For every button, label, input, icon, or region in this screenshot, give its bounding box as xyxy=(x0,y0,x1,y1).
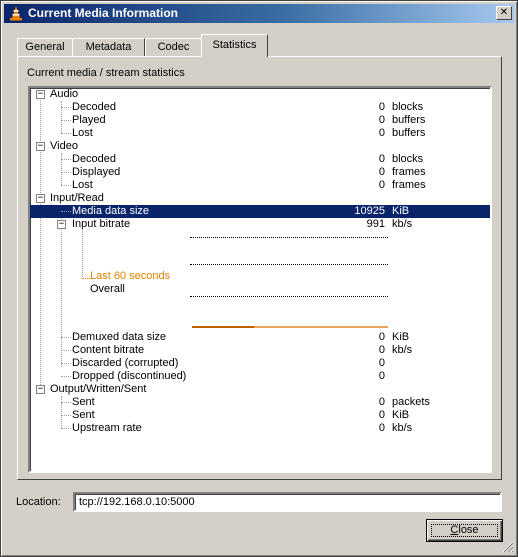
panel-caption: Current media / stream statistics xyxy=(27,67,185,79)
tree-connector xyxy=(61,211,71,212)
tree-row-video-lost[interactable]: Lost 0 frames xyxy=(30,179,490,192)
bitrate-graph-top-line xyxy=(190,237,388,238)
tree-row-discarded[interactable]: Discarded (corrupted) 0 xyxy=(30,357,490,370)
collapse-icon[interactable]: − xyxy=(36,90,45,99)
tree-row-dropped[interactable]: Dropped (discontinued) 0 xyxy=(30,370,490,383)
tree-row-video-displayed[interactable]: Displayed 0 frames xyxy=(30,166,490,179)
location-field[interactable] xyxy=(73,492,502,512)
tree-connector xyxy=(61,120,71,121)
collapse-icon[interactable]: − xyxy=(36,194,45,203)
tree-row-video-decoded[interactable]: Decoded 0 blocks xyxy=(30,153,490,166)
media-info-window: Current Media Information ✕ General Meta… xyxy=(0,0,518,557)
close-button[interactable]: Close xyxy=(426,519,503,542)
window-title: Current Media Information xyxy=(28,6,179,20)
tab-metadata[interactable]: Metadata xyxy=(72,38,145,56)
resize-grip-icon[interactable] xyxy=(502,541,514,553)
tree-row-audio-lost[interactable]: Lost 0 buffers xyxy=(30,127,490,140)
tree-group-audio[interactable]: − Audio xyxy=(30,88,490,101)
tree-connector xyxy=(61,428,71,429)
bitrate-graph-overall-line xyxy=(190,296,388,297)
tree-connector xyxy=(61,185,71,186)
tree-row-demuxed-data-size[interactable]: Demuxed data size 0 KiB xyxy=(30,331,490,344)
tree-row-audio-decoded[interactable]: Decoded 0 blocks xyxy=(30,101,490,114)
tree-group-video[interactable]: − Video xyxy=(30,140,490,153)
tree-connector xyxy=(61,133,71,134)
tree-connector xyxy=(61,159,71,160)
statistics-panel: Current media / stream statistics − Audi… xyxy=(17,56,502,480)
tree-connector xyxy=(61,376,71,377)
bitrate-graph-bar-fill xyxy=(192,326,254,328)
tree-connector xyxy=(61,172,71,173)
tree-connector xyxy=(61,415,71,416)
collapse-icon[interactable]: − xyxy=(57,220,66,229)
focus-rectangle xyxy=(431,524,498,537)
tree-group-input[interactable]: − Input/Read xyxy=(30,192,490,205)
tree-row-upstream-rate[interactable]: Upstream rate 0 kb/s xyxy=(30,422,490,435)
tree-group-output[interactable]: − Output/Written/Sent xyxy=(30,383,490,396)
tree-connector xyxy=(61,107,71,108)
tree-row-sent-kib[interactable]: Sent 0 KiB xyxy=(30,409,490,422)
collapse-icon[interactable]: − xyxy=(36,142,45,151)
statistics-tree[interactable]: − Audio Decoded 0 blocks Played 0 buffer… xyxy=(28,86,492,473)
tree-row-content-bitrate[interactable]: Content bitrate 0 kb/s xyxy=(30,344,490,357)
tab-statistics[interactable]: Statistics xyxy=(201,34,268,57)
tree-connector xyxy=(61,363,71,364)
title-bar[interactable]: Current Media Information ✕ xyxy=(4,4,514,23)
tree-row-media-data-size[interactable]: Media data size 10925 KiB xyxy=(30,205,490,218)
tree-connector xyxy=(61,350,71,351)
tree-connector xyxy=(61,402,71,403)
tab-codec[interactable]: Codec xyxy=(145,38,202,56)
tree-row-input-bitrate[interactable]: − Input bitrate 991 kb/s xyxy=(30,218,490,231)
close-icon[interactable]: ✕ xyxy=(496,6,512,20)
vlc-cone-icon xyxy=(10,6,22,21)
tree-row-audio-played[interactable]: Played 0 buffers xyxy=(30,114,490,127)
bitrate-graph-mid-line xyxy=(190,264,388,265)
tree-connector xyxy=(61,337,71,338)
graph-overall-label: Overall xyxy=(90,283,125,295)
graph-last-60-label: Last 60 seconds xyxy=(90,270,171,282)
collapse-icon[interactable]: − xyxy=(36,385,45,394)
tree-row-sent-packets[interactable]: Sent 0 packets xyxy=(30,396,490,409)
tab-general[interactable]: General xyxy=(17,38,73,56)
location-label: Location: xyxy=(16,496,61,508)
